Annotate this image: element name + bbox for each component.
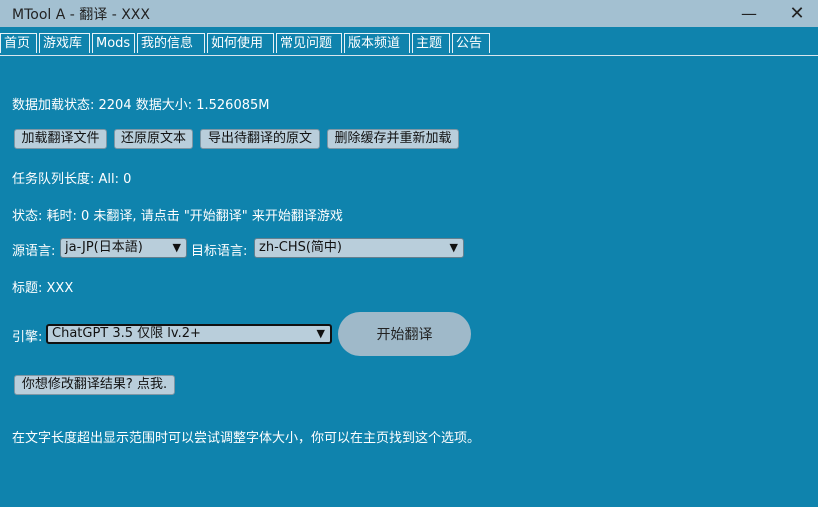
- clear-cache-reload-button[interactable]: 删除缓存并重新加载: [327, 129, 459, 149]
- chevron-down-icon: ▼: [172, 241, 181, 254]
- data-load-status: 数据加载状态: 2204 数据大小: 1.526085M: [12, 98, 270, 113]
- export-source-button[interactable]: 导出待翻译的原文: [200, 129, 320, 149]
- engine-value: ChatGPT 3.5 仅限 lv.2+: [52, 326, 201, 341]
- tab-home[interactable]: 首页: [0, 33, 37, 53]
- tab-my-info[interactable]: 我的信息: [137, 33, 205, 53]
- start-translation-button[interactable]: 开始翻译: [338, 312, 471, 356]
- edit-translation-button[interactable]: 你想修改翻译结果? 点我.: [14, 375, 175, 395]
- source-language-select[interactable]: ja-JP(日本語) ▼: [60, 238, 187, 258]
- chevron-down-icon: ▼: [449, 241, 458, 254]
- font-size-hint: 在文字长度超出显示范围时可以尝试调整字体大小，你可以在主页找到这个选项。: [12, 431, 481, 446]
- translation-state: 状态: 耗时: 0 未翻译, 请点击 "开始翻译" 来开始翻译游戏: [12, 209, 343, 224]
- target-language-value: zh-CHS(简中): [259, 240, 343, 255]
- restore-text-button[interactable]: 还原原文本: [114, 129, 193, 149]
- queue-length: 任务队列长度: All: 0: [12, 172, 132, 187]
- chevron-down-icon: ▼: [316, 327, 325, 340]
- engine-select[interactable]: ChatGPT 3.5 仅限 lv.2+ ▼: [46, 324, 332, 344]
- close-button[interactable]: ✕: [774, 0, 818, 27]
- title-bar: MTool A - 翻译 - XXX — ✕: [0, 0, 818, 27]
- tab-bar: 首页 游戏库 Mods 我的信息 如何使用 常见问题 版本频道 主题 公告: [0, 27, 818, 56]
- tab-how-to-use[interactable]: 如何使用: [207, 33, 274, 53]
- tab-version-channel[interactable]: 版本频道: [344, 33, 410, 53]
- target-language-select[interactable]: zh-CHS(简中) ▼: [254, 238, 464, 258]
- tab-theme[interactable]: 主题: [412, 33, 450, 53]
- tab-announcement[interactable]: 公告: [452, 33, 490, 53]
- tab-faq[interactable]: 常见问题: [276, 33, 342, 53]
- title-line: 标题: XXX: [12, 281, 74, 296]
- target-language-label: 目标语言:: [191, 244, 248, 259]
- window-title: MTool A - 翻译 - XXX: [12, 7, 150, 23]
- tab-game-library[interactable]: 游戏库: [39, 33, 90, 53]
- source-language-value: ja-JP(日本語): [65, 240, 143, 255]
- source-language-label: 源语言:: [12, 244, 56, 259]
- load-translation-button[interactable]: 加载翻译文件: [14, 129, 107, 149]
- tab-mods[interactable]: Mods: [92, 33, 135, 53]
- engine-label: 引擎:: [12, 330, 43, 345]
- minimize-button[interactable]: —: [726, 0, 772, 27]
